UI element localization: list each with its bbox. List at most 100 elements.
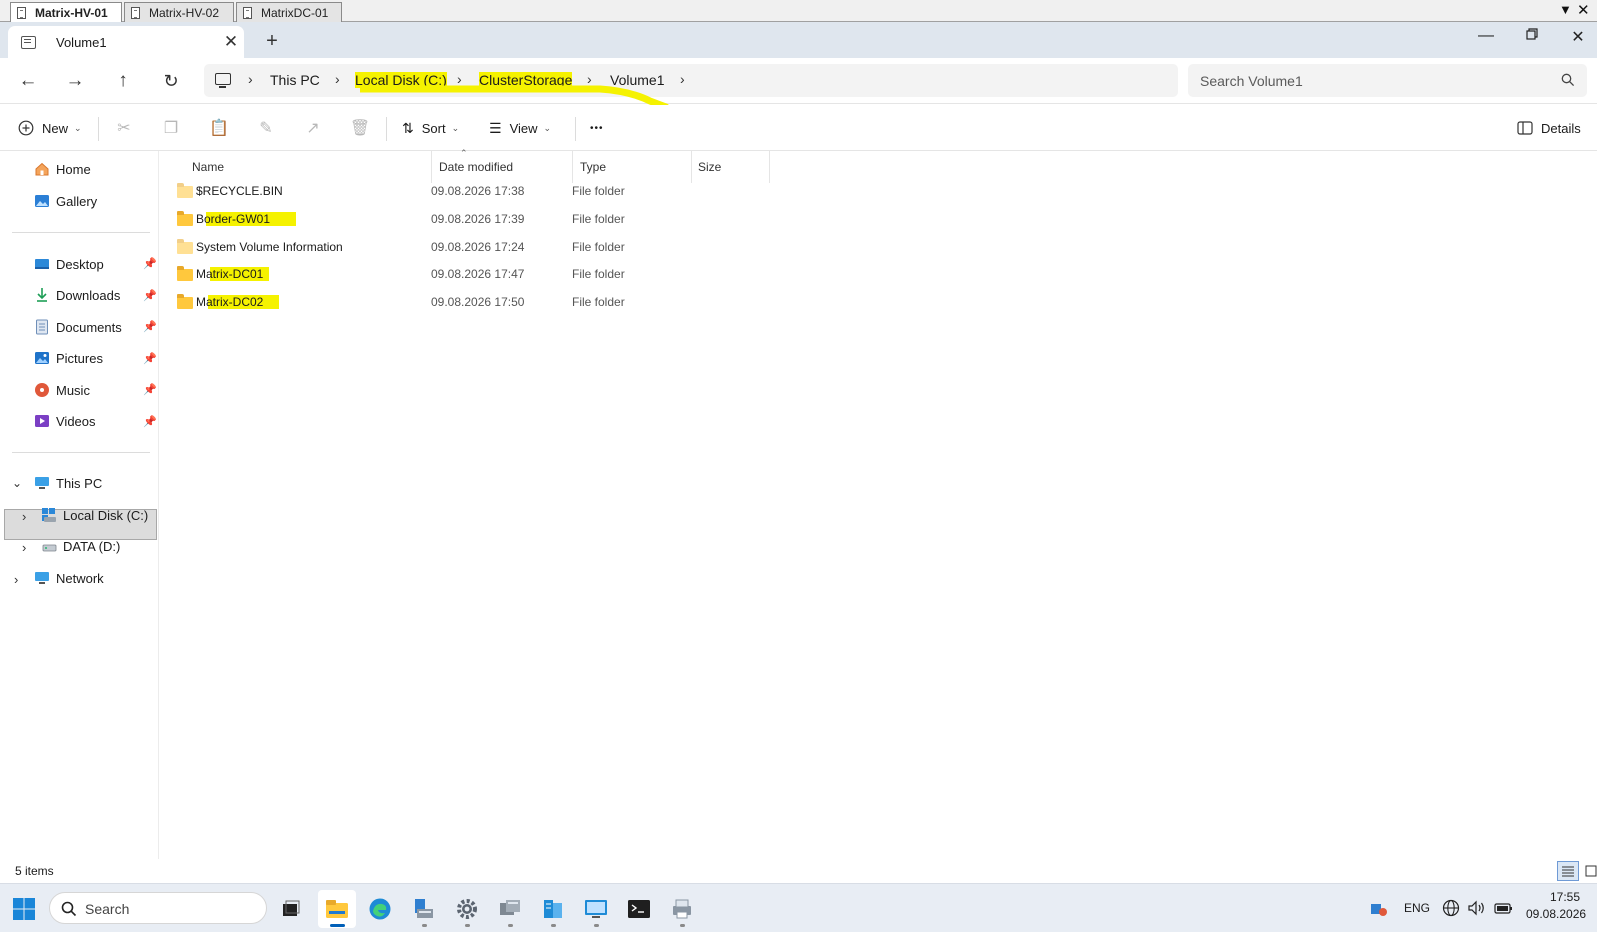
- chevron-down-icon[interactable]: ⌄: [12, 476, 22, 490]
- minimize-icon[interactable]: —: [1463, 27, 1509, 45]
- sort-button[interactable]: ⇅ Sort ⌄: [402, 113, 459, 143]
- details-button[interactable]: Details: [1517, 113, 1581, 143]
- plus-circle-icon: [18, 120, 34, 136]
- search-input[interactable]: [1200, 64, 1540, 97]
- clock-time[interactable]: 17:55: [1550, 890, 1580, 904]
- taskbar-app-remote-desktop[interactable]: [577, 890, 615, 928]
- new-tab-button[interactable]: +: [258, 30, 286, 53]
- status-bar: 5 items: [0, 859, 1597, 883]
- security-shield-icon[interactable]: [1370, 901, 1388, 917]
- close-window-icon[interactable]: ✕: [1555, 27, 1597, 47]
- copy-icon[interactable]: ❐: [160, 117, 182, 139]
- table-row[interactable]: System Volume Information 09.08.2026 17:…: [172, 233, 932, 261]
- language-indicator[interactable]: ENG: [1404, 901, 1430, 915]
- search-box[interactable]: [1188, 64, 1587, 97]
- rdp-tab-matrix-hv-02[interactable]: Matrix-HV-02: [124, 2, 234, 22]
- up-arrow-icon[interactable]: ↑: [107, 66, 139, 96]
- volume-icon[interactable]: [1467, 899, 1487, 917]
- taskbar-search[interactable]: Search: [49, 892, 267, 924]
- chevron-right-icon[interactable]: ›: [14, 572, 18, 587]
- taskbar-app-terminal[interactable]: [620, 890, 658, 928]
- taskbar-app-edge[interactable]: [361, 890, 399, 928]
- document-icon: [131, 6, 140, 19]
- taskbar-app-failover-cluster[interactable]: [534, 890, 572, 928]
- search-icon: [61, 901, 77, 917]
- drive-icon: [42, 544, 57, 552]
- pin-icon[interactable]: 📌: [143, 289, 157, 302]
- sidebar-item-home[interactable]: Home: [34, 156, 91, 182]
- hyper-v-manager-icon: [500, 900, 520, 915]
- task-view-button[interactable]: [272, 890, 310, 928]
- chevron-right-icon[interactable]: ›: [335, 71, 340, 87]
- cut-icon[interactable]: ✂: [113, 117, 135, 139]
- restore-icon[interactable]: [1509, 27, 1555, 45]
- delete-icon[interactable]: 🗑: [349, 117, 371, 139]
- divider: [575, 117, 576, 141]
- taskbar-app-server-manager[interactable]: [405, 890, 443, 928]
- home-icon: [35, 162, 49, 176]
- close-icon[interactable]: ✕: [1577, 1, 1590, 19]
- table-row[interactable]: $RECYCLE.BIN 09.08.2026 17:38 File folde…: [172, 177, 932, 205]
- pin-icon[interactable]: 📌: [143, 352, 157, 365]
- globe-icon[interactable]: [1442, 899, 1460, 917]
- sidebar-item-local-disk[interactable]: Local Disk (C:): [41, 502, 148, 528]
- new-button[interactable]: New ⌄: [18, 113, 82, 143]
- sidebar-item-desktop[interactable]: Desktop: [34, 251, 104, 277]
- rename-icon[interactable]: ✎: [255, 117, 277, 139]
- start-button[interactable]: [5, 890, 43, 928]
- tiles-view-button[interactable]: [1580, 861, 1597, 881]
- sidebar-item-label: Desktop: [56, 256, 104, 272]
- file-name-text: Matrix-DC02: [196, 295, 280, 309]
- sidebar-item-label: Downloads: [56, 287, 121, 303]
- triangle-down-icon[interactable]: ▼: [1559, 2, 1572, 17]
- taskbar-app-printer[interactable]: [663, 890, 701, 928]
- details-view-button[interactable]: [1557, 861, 1579, 881]
- paste-icon[interactable]: 📋: [208, 117, 230, 139]
- chevron-right-icon[interactable]: ›: [680, 71, 685, 87]
- back-arrow-icon[interactable]: ←: [12, 66, 44, 96]
- table-row[interactable]: Border-GW01 09.08.2026 17:39 File folder: [172, 205, 932, 233]
- close-tab-icon[interactable]: ✕: [218, 32, 244, 52]
- view-list-icon: ☰: [489, 119, 502, 136]
- sidebar-item-pictures[interactable]: Pictures: [34, 345, 103, 371]
- clock-date[interactable]: 09.08.2026: [1526, 907, 1586, 921]
- sidebar-item-data-drive[interactable]: DATA (D:): [41, 533, 120, 559]
- battery-icon[interactable]: [1492, 899, 1514, 917]
- sidebar-item-videos[interactable]: Videos: [34, 408, 96, 434]
- sidebar-item-music[interactable]: Music: [34, 377, 90, 403]
- sidebar-item-gallery[interactable]: Gallery: [34, 188, 97, 214]
- rdp-tab-matrix-hv-01[interactable]: Matrix-HV-01: [10, 2, 122, 23]
- address-bar[interactable]: › This PC › Local Disk (C:) › ClusterSto…: [204, 64, 1178, 97]
- pin-icon[interactable]: 📌: [143, 320, 157, 333]
- explorer-tab-volume1[interactable]: Volume1 ✕: [8, 26, 244, 58]
- sidebar-item-downloads[interactable]: Downloads: [34, 282, 120, 308]
- taskbar: Search ENG 17:55 09.08.2026: [0, 883, 1597, 932]
- share-icon[interactable]: ↗: [302, 117, 324, 139]
- forward-arrow-icon[interactable]: →: [59, 66, 91, 96]
- terminal-icon: [628, 900, 650, 918]
- chevron-right-icon[interactable]: ›: [22, 509, 26, 524]
- table-row[interactable]: Matrix-DC02 09.08.2026 17:50 File folder: [172, 288, 932, 316]
- more-options-button[interactable]: •••: [590, 113, 604, 143]
- view-button[interactable]: ☰ View ⌄: [489, 113, 551, 143]
- documents-icon: [36, 319, 48, 335]
- breadcrumb-this-pc[interactable]: This PC: [270, 72, 320, 88]
- chevron-right-icon[interactable]: ›: [248, 71, 253, 87]
- file-name: Matrix-DC02: [196, 288, 280, 316]
- sidebar-item-this-pc[interactable]: This PC: [34, 470, 102, 496]
- pin-icon[interactable]: 📌: [143, 383, 157, 396]
- details-pane-icon: [1517, 121, 1533, 135]
- taskbar-app-file-explorer[interactable]: [318, 890, 356, 928]
- sidebar-item-network[interactable]: Network: [34, 565, 104, 591]
- chevron-right-icon[interactable]: ›: [22, 540, 26, 555]
- taskbar-app-hyper-v-manager[interactable]: [491, 890, 529, 928]
- pin-icon[interactable]: 📌: [143, 415, 157, 428]
- rdp-tab-matrixdc-01[interactable]: MatrixDC-01: [236, 2, 342, 22]
- taskbar-app-settings[interactable]: [448, 890, 486, 928]
- sidebar-item-documents[interactable]: Documents: [34, 314, 122, 340]
- file-name-text: Matrix-DC01: [196, 267, 270, 281]
- table-row[interactable]: Matrix-DC01 09.08.2026 17:47 File folder: [172, 260, 932, 288]
- refresh-icon[interactable]: ↻: [155, 66, 187, 96]
- sort-label: Sort: [421, 120, 446, 136]
- pin-icon[interactable]: 📌: [143, 257, 157, 270]
